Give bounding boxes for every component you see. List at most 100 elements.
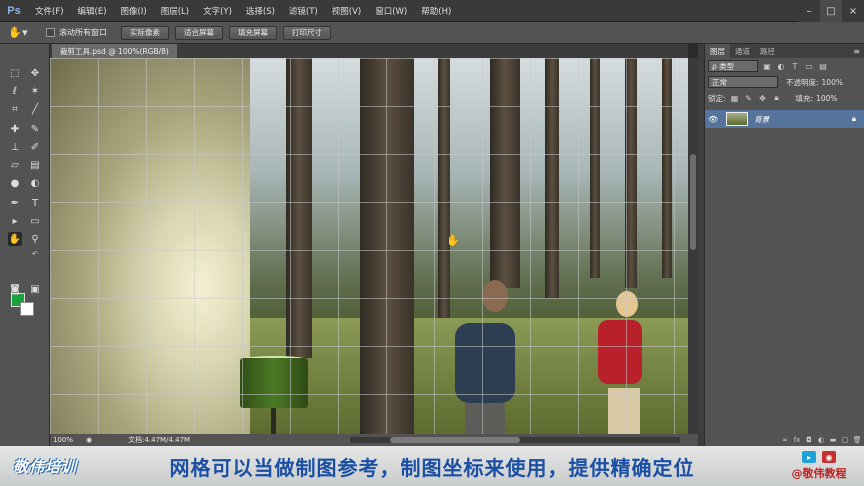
brand-handle: @敬伟教程 — [791, 467, 847, 480]
fill-value[interactable]: 100% — [816, 94, 837, 103]
layers-panel: 图层 通道 路径 ≡ ρ 类型 ▣ ◐ T ▭ ▤ 正常 不透明度: 100% … — [704, 44, 864, 446]
add-mask-icon[interactable]: ◘ — [805, 436, 813, 444]
lasso-tool-icon[interactable]: ℓ — [8, 84, 22, 98]
menu-file[interactable]: 文件(F) — [28, 5, 71, 17]
path-selection-tool-icon[interactable]: ▸ — [8, 214, 22, 228]
menu-window[interactable]: 窗口(W) — [368, 5, 414, 17]
checkbox-box[interactable] — [46, 28, 55, 37]
rectangle-tool-icon[interactable]: ▭ — [28, 214, 42, 228]
link-layers-icon[interactable]: ∞ — [781, 436, 789, 444]
menu-help[interactable]: 帮助(H) — [414, 5, 458, 17]
healing-brush-tool-icon[interactable]: ✚ — [8, 122, 22, 136]
eyedropper-tool-icon[interactable]: ╱ — [28, 102, 42, 116]
blur-tool-icon[interactable]: ● — [8, 176, 22, 190]
brand-right: ▸ ◉ @敬伟教程 — [774, 451, 864, 481]
brand-icons: ▸ ◉ — [802, 451, 836, 463]
crop-tool-icon[interactable]: ⌗ — [8, 102, 22, 116]
zoom-tool-icon[interactable]: ⚲ — [28, 232, 42, 246]
smart-object-filter-icon[interactable]: ▤ — [818, 61, 828, 71]
document-canvas[interactable]: ✋ — [50, 58, 688, 434]
panel-bottom-bar: ∞ fx ◘ ◐ ▬ ▢ 🗑︎ — [705, 434, 864, 446]
zoom-level[interactable]: 100% — [50, 436, 86, 444]
type-filter-icon[interactable]: T — [790, 61, 800, 71]
tab-paths[interactable]: 路径 — [755, 44, 780, 58]
status-menu-icon[interactable]: ◉ — [86, 436, 92, 444]
dodge-tool-icon[interactable]: ◐ — [28, 176, 42, 190]
menu-image[interactable]: 图像(I) — [114, 5, 154, 17]
lock-label: 锁定: — [708, 93, 726, 103]
fill-label: 填充: — [795, 93, 814, 103]
layer-row-background[interactable]: 👁︎ 背景 🔒︎ — [705, 110, 864, 128]
magic-wand-tool-icon[interactable]: ✶ — [28, 84, 42, 98]
brand-logo-left: 敬伟培训 — [12, 457, 77, 476]
clone-stamp-tool-icon[interactable]: ⊥ — [8, 140, 22, 154]
minimize-button[interactable]: – — [798, 0, 820, 22]
lock-pixels-icon[interactable]: ✎ — [744, 93, 754, 103]
brush-tool-icon[interactable]: ✎ — [28, 122, 42, 136]
layer-kind-select[interactable]: ρ 类型 — [708, 60, 758, 72]
vertical-scrollbar[interactable] — [688, 58, 698, 434]
close-button[interactable]: × — [842, 0, 864, 22]
panel-menu-icon[interactable]: ≡ — [853, 44, 864, 58]
lock-fill-row: 锁定: ▦ ✎ ✥ 🔒︎ 填充: 100% — [705, 90, 864, 106]
menu-edit[interactable]: 编辑(E) — [71, 5, 114, 17]
adjustment-layer-icon[interactable]: ◐ — [817, 436, 825, 444]
document-tab[interactable]: 裁剪工具.psd @ 100%(RGB/8) — [52, 44, 177, 58]
panel-tabs: 图层 通道 路径 ≡ — [705, 44, 864, 58]
screen-mode-icon[interactable]: ▣ — [28, 282, 42, 296]
scroll-all-windows-checkbox[interactable]: 滚动所有窗口 — [46, 27, 107, 38]
layer-lock-icon: 🔒︎ — [851, 114, 856, 123]
tab-channels[interactable]: 通道 — [730, 44, 755, 58]
layer-thumbnail — [726, 112, 749, 126]
status-bar: 100% ◉ 文档:4.47M/4.47M — [50, 434, 698, 446]
menu-layer[interactable]: 图层(L) — [154, 5, 196, 17]
caption-text: 网格可以当做制图参考，制图坐标来使用，提供精确定位 — [169, 455, 695, 480]
menu-bar: Ps 文件(F) 编辑(E) 图像(I) 图层(L) 文字(Y) 选择(S) 滤… — [0, 0, 864, 22]
fit-screen-button[interactable]: 适合屏幕 — [175, 25, 223, 40]
options-bar: ✋▾ 滚动所有窗口 实际像素 适合屏幕 填充屏幕 打印尺寸 — [0, 22, 864, 44]
layer-name: 背景 — [754, 114, 770, 124]
swap-colors-icon[interactable]: ↶ — [28, 247, 42, 261]
gradient-tool-icon[interactable]: ▤ — [28, 158, 42, 172]
quick-mask-icon[interactable]: ◙ — [8, 282, 22, 296]
type-tool-icon[interactable]: T — [28, 196, 42, 210]
history-brush-tool-icon[interactable]: ✐ — [28, 140, 42, 154]
video-caption-bar: 敬伟培训 网格可以当做制图参考，制图坐标来使用，提供精确定位 ▸ ◉ @敬伟教程 — [0, 446, 864, 486]
lock-all-icon[interactable]: 🔒︎ — [772, 93, 782, 103]
print-size-button[interactable]: 打印尺寸 — [283, 25, 331, 40]
eraser-tool-icon[interactable]: ▱ — [8, 158, 22, 172]
lock-position-icon[interactable]: ✥ — [758, 93, 768, 103]
adjustment-filter-icon[interactable]: ◐ — [776, 61, 786, 71]
move-tool-icon[interactable]: ✥ — [28, 66, 42, 80]
vertical-scroll-thumb[interactable] — [690, 154, 696, 250]
horizontal-scroll-thumb[interactable] — [390, 437, 520, 443]
document-tab-bar: 裁剪工具.psd @ 100%(RGB/8) — [50, 44, 688, 58]
hand-tool-icon[interactable]: ✋ — [8, 232, 22, 246]
tab-layers[interactable]: 图层 — [705, 44, 730, 58]
menu-view[interactable]: 视图(V) — [325, 5, 368, 17]
menu-select[interactable]: 选择(S) — [239, 5, 282, 17]
delete-layer-icon[interactable]: 🗑︎ — [853, 436, 862, 444]
pixel-filter-icon[interactable]: ▣ — [762, 61, 772, 71]
visibility-eye-icon[interactable]: 👁︎ — [708, 115, 718, 124]
horizontal-scrollbar[interactable] — [350, 437, 680, 443]
menu-type[interactable]: 文字(Y) — [196, 5, 239, 17]
layer-style-icon[interactable]: fx — [793, 436, 801, 444]
hand-tool-preset-icon[interactable]: ✋▾ — [0, 26, 36, 39]
actual-pixels-button[interactable]: 实际像素 — [121, 25, 169, 40]
lock-transparent-icon[interactable]: ▦ — [730, 93, 740, 103]
shape-filter-icon[interactable]: ▭ — [804, 61, 814, 71]
pen-tool-icon[interactable]: ✒ — [8, 196, 22, 210]
marquee-tool-icon[interactable]: ⬚ — [8, 66, 22, 80]
grid-overlay — [50, 58, 688, 434]
blend-mode-select[interactable]: 正常 — [708, 76, 778, 88]
opacity-value[interactable]: 100% — [822, 78, 843, 87]
new-layer-icon[interactable]: ▢ — [841, 436, 849, 444]
menu-filter[interactable]: 滤镜(T) — [282, 5, 325, 17]
fill-screen-button[interactable]: 填充屏幕 — [229, 25, 277, 40]
opacity-label: 不透明度: — [786, 77, 819, 87]
background-color-swatch[interactable] — [20, 302, 34, 316]
new-group-icon[interactable]: ▬ — [829, 436, 837, 444]
blend-opacity-row: 正常 不透明度: 100% — [705, 74, 864, 90]
maximize-button[interactable]: □ — [820, 0, 842, 22]
